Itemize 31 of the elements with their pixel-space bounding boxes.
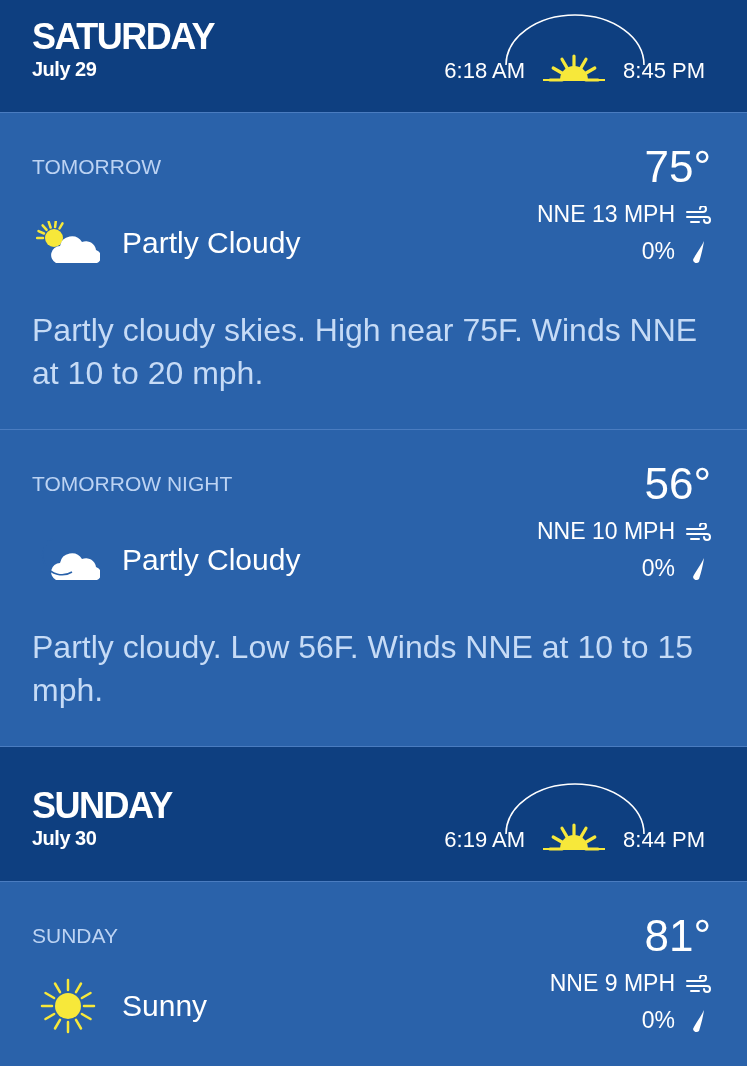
wind-icon (685, 522, 711, 541)
period-label: TOMORROW NIGHT (32, 471, 234, 496)
period-label: TOMORROW (32, 154, 163, 179)
forecast-description: Partly cloudy. Low 56F. Winds NNE at 10 to 15 mph. (32, 628, 695, 710)
sunset-time: 8:44 PM (623, 827, 705, 853)
wind-text: NNE 10 MPH (536, 518, 675, 545)
wind-text: NNE 9 MPH (549, 970, 675, 997)
day-title: SATURDAY (32, 16, 215, 58)
precip-text: 0% (641, 238, 675, 265)
wind-icon (685, 205, 711, 224)
precip-text: 0% (641, 555, 675, 582)
period-label: SUNDAY (32, 923, 119, 948)
day-date: July 30 (32, 827, 98, 850)
temperature: 56° (644, 460, 711, 508)
sunrise-icon (543, 821, 606, 853)
forecast-description: Partly cloudy skies. High near 75F. Winds NNE at 10 to 20 mph. (32, 311, 699, 393)
sunrise-icon (543, 52, 606, 84)
temperature: 75° (644, 143, 711, 191)
condition-text: Sunny (122, 989, 208, 1023)
temperature: 81° (644, 912, 711, 960)
sunrise-time: 6:19 AM (444, 827, 526, 853)
precip-text: 0% (641, 1007, 675, 1034)
day-title: SUNDAY (32, 785, 172, 827)
sunrise-time: 6:18 AM (444, 58, 526, 84)
wind-icon (685, 974, 711, 993)
condition-text: Partly Cloudy (122, 226, 301, 260)
day-date: July 29 (32, 58, 98, 81)
sunset-time: 8:45 PM (623, 58, 705, 84)
partly-cloudy-icon (36, 221, 100, 265)
wind-text: NNE 13 MPH (536, 201, 675, 228)
condition-text: Partly Cloudy (122, 543, 301, 577)
